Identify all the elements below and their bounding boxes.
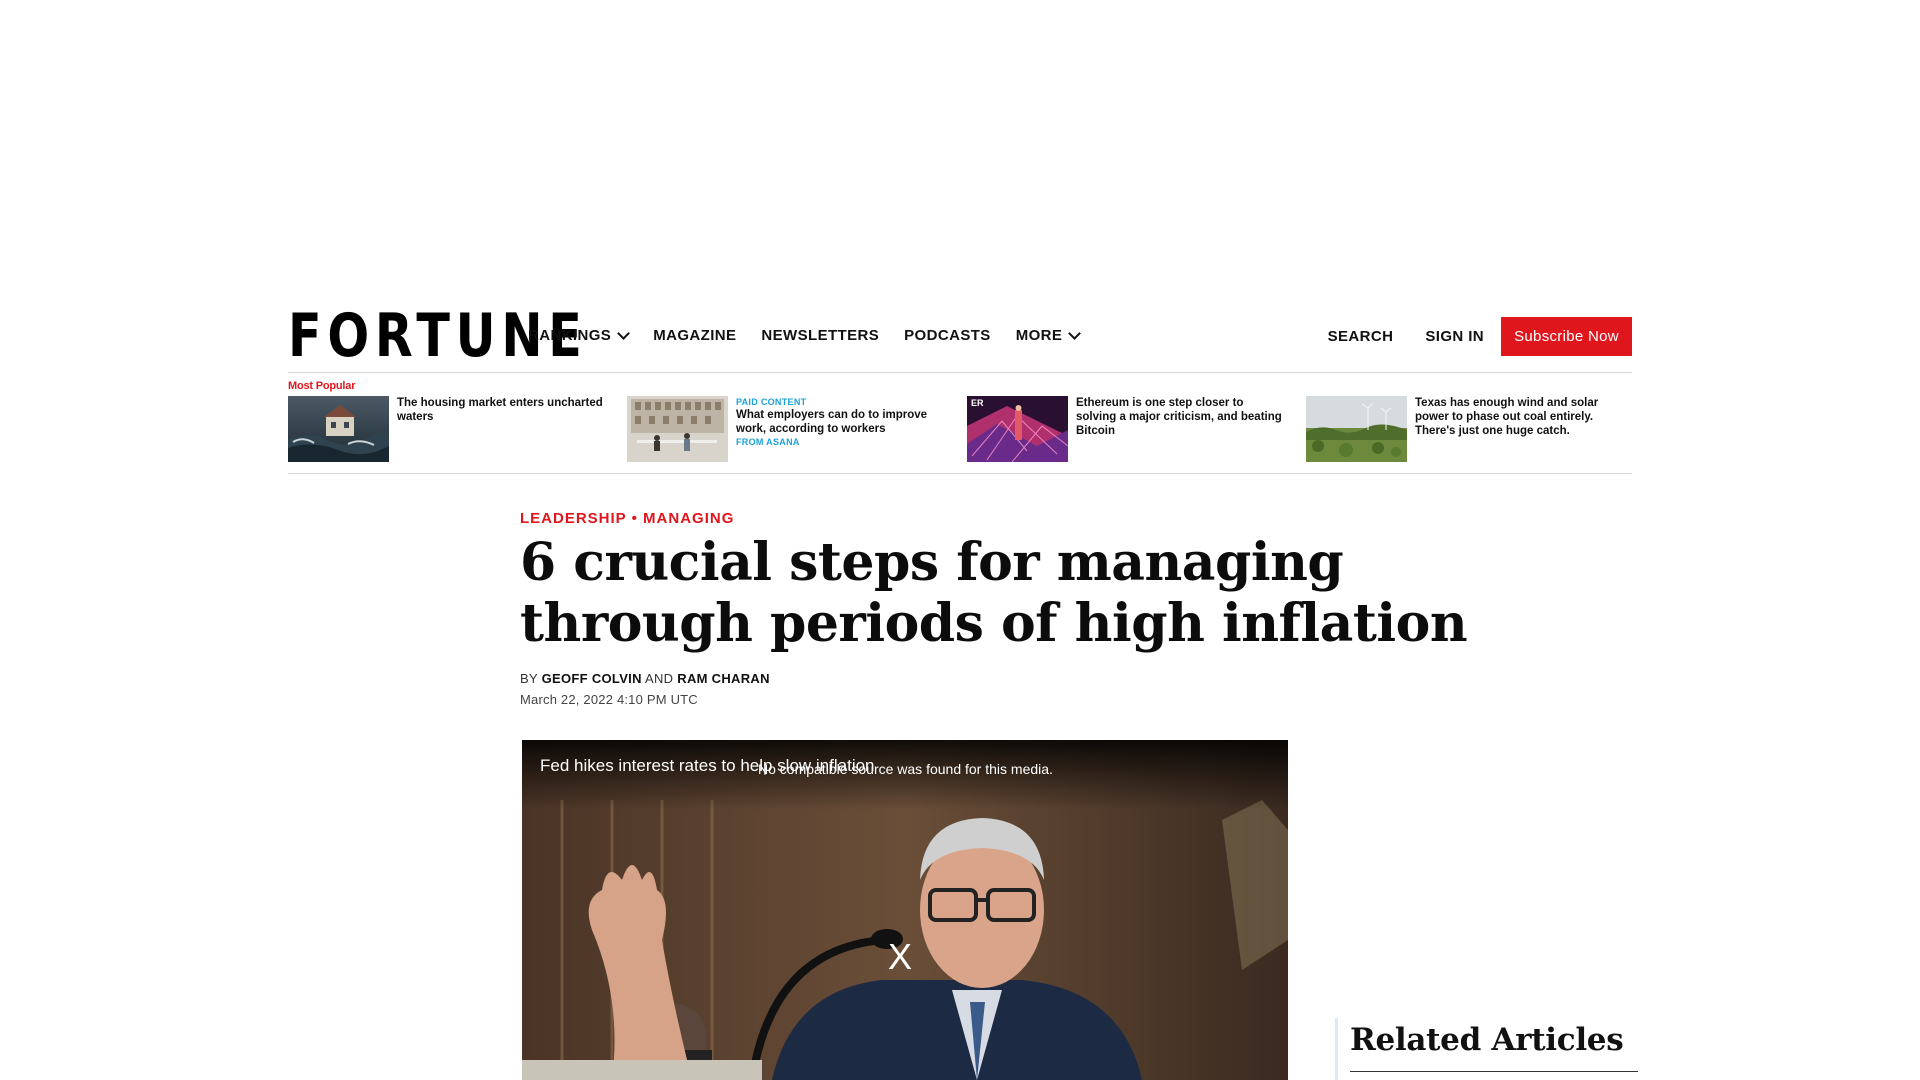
chevron-down-icon (1068, 326, 1082, 340)
author-link[interactable]: RAM CHARAN (677, 671, 770, 686)
most-popular-item[interactable]: ER Ethereum is one step closer to solvin… (967, 396, 1297, 462)
paid-content-tag: PAID CONTENT (736, 397, 807, 407)
breadcrumb-managing[interactable]: MANAGING (643, 510, 734, 527)
housing-thumbnail (288, 396, 389, 462)
nav-newsletters[interactable]: NEWSLETTERS (761, 327, 879, 344)
close-icon[interactable]: X (888, 936, 912, 978)
byline: BY GEOFF COLVIN AND RAM CHARAN (520, 671, 770, 686)
related-articles-divider (1350, 1071, 1638, 1072)
most-popular-item[interactable]: Texas has enough wind and solar power to… (1306, 396, 1636, 462)
ethereum-thumbnail: ER (967, 396, 1068, 462)
breadcrumb-leadership[interactable]: LEADERSHIP (520, 510, 626, 527)
nav-podcasts[interactable]: PODCASTS (904, 327, 991, 344)
video-player[interactable]: Fed hikes interest rates to help slow in… (522, 740, 1288, 1080)
header-divider (288, 372, 1632, 373)
breadcrumb: LEADERSHIP • MANAGING (520, 510, 734, 527)
most-popular-divider (288, 473, 1632, 474)
nav-magazine[interactable]: MAGAZINE (653, 327, 736, 344)
nav-more-label: MORE (1015, 327, 1063, 344)
wind-farm-thumbnail (1306, 396, 1407, 462)
chevron-down-icon (617, 326, 631, 340)
main-nav: RANKINGS MAGAZINE NEWSLETTERS PODCASTS M… (528, 326, 1104, 344)
sponsor-tag: FROM ASANA (736, 437, 800, 447)
nav-rankings[interactable]: RANKINGS (528, 326, 631, 344)
most-popular-headline: The housing market enters uncharted wate… (397, 397, 603, 423)
most-popular-label: Most Popular (288, 380, 356, 392)
byline-by: BY (520, 671, 538, 686)
most-popular-item[interactable]: The housing market enters uncharted wate… (288, 396, 618, 462)
nav-more[interactable]: MORE (1015, 326, 1082, 344)
most-popular-headline: What employers can do to improve work, a… (736, 409, 928, 435)
author-link[interactable]: GEOFF COLVIN (542, 671, 642, 686)
nav-newsletters-label: NEWSLETTERS (761, 327, 880, 344)
most-popular-headline: Ethereum is one step closer to solving a… (1076, 397, 1282, 437)
site-header: FORTUNE RANKINGS MAGAZINE NEWSLETTERS PO… (288, 306, 1632, 372)
byline-and: AND (644, 671, 674, 686)
nav-rankings-label: RANKINGS (528, 327, 612, 344)
related-articles-accent (1335, 1018, 1338, 1080)
related-articles-heading: Related Articles (1350, 1022, 1624, 1058)
nav-podcasts-label: PODCASTS (904, 327, 991, 344)
video-error-message: No compatible source was found for this … (758, 761, 1053, 777)
nav-magazine-label: MAGAZINE (653, 327, 737, 344)
breadcrumb-separator: • (631, 510, 638, 527)
video-frame-image (522, 740, 1288, 1080)
office-thumbnail (627, 396, 728, 462)
sign-in-link[interactable]: SIGN IN (1425, 328, 1484, 345)
svg-text:ER: ER (971, 398, 984, 408)
header-actions: SEARCH SIGN IN Subscribe Now (1328, 317, 1632, 356)
search-link[interactable]: SEARCH (1328, 328, 1394, 345)
publish-date: March 22, 2022 4:10 PM UTC (520, 692, 698, 707)
most-popular-item[interactable]: PAID CONTENT What employers can do to im… (627, 396, 957, 462)
most-popular-headline: Texas has enough wind and solar power to… (1415, 397, 1599, 437)
article-title: 6 crucial steps for managing through per… (520, 532, 1468, 654)
ad-slot (0, 0, 1920, 290)
subscribe-button[interactable]: Subscribe Now (1501, 317, 1632, 356)
